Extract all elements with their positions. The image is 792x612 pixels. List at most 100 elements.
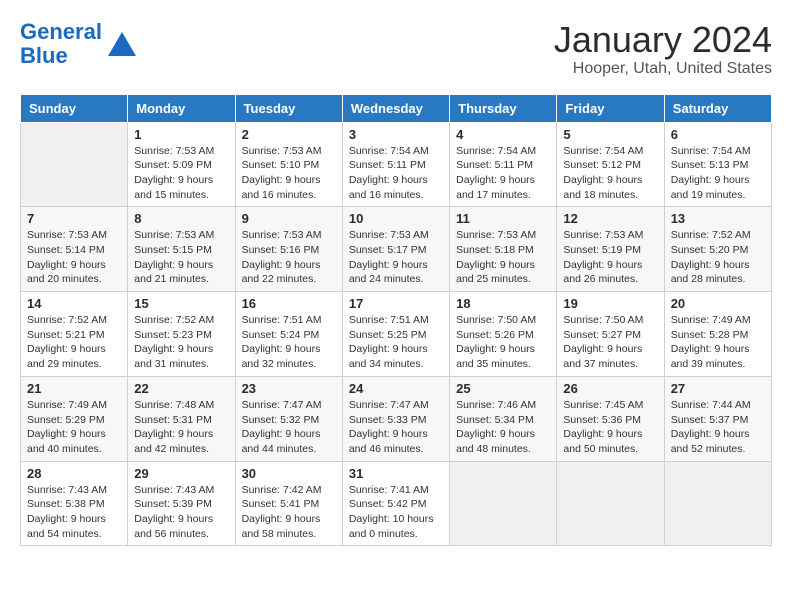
calendar-cell: 25 Sunrise: 7:46 AMSunset: 5:34 PMDayligh… bbox=[450, 376, 557, 461]
day-info: Sunrise: 7:43 AMSunset: 5:39 PMDaylight:… bbox=[134, 483, 228, 542]
calendar-cell: 31 Sunrise: 7:41 AMSunset: 5:42 PMDayligh… bbox=[342, 461, 449, 546]
calendar-cell: 23Sunrise: 7:47 AMSunset: 5:32 PMDayligh… bbox=[235, 376, 342, 461]
header-cell-tuesday: Tuesday bbox=[235, 94, 342, 122]
header-cell-friday: Friday bbox=[557, 94, 664, 122]
month-title: January 2024 bbox=[554, 20, 772, 60]
day-number: 31 bbox=[349, 466, 443, 481]
calendar-cell: 29 Sunrise: 7:43 AMSunset: 5:39 PMDayligh… bbox=[128, 461, 235, 546]
calendar-cell: 15Sunrise: 7:52 AMSunset: 5:23 PMDayligh… bbox=[128, 292, 235, 377]
calendar-cell: 6 Sunrise: 7:54 AMSunset: 5:13 PMDaylight… bbox=[664, 122, 771, 207]
day-info: Sunrise: 7:51 AMSunset: 5:25 PMDaylight:… bbox=[349, 313, 443, 372]
day-info: Sunrise: 7:51 AMSunset: 5:24 PMDaylight:… bbox=[242, 313, 336, 372]
calendar-cell: 7 Sunrise: 7:53 AMSunset: 5:14 PMDaylight… bbox=[21, 207, 128, 292]
calendar-cell: 13 Sunrise: 7:52 AMSunset: 5:20 PMDayligh… bbox=[664, 207, 771, 292]
location-subtitle: Hooper, Utah, United States bbox=[554, 60, 772, 78]
day-number: 21 bbox=[27, 381, 121, 396]
day-number: 14 bbox=[27, 296, 121, 311]
calendar-cell bbox=[450, 461, 557, 546]
calendar-cell: 28 Sunrise: 7:43 AMSunset: 5:38 PMDayligh… bbox=[21, 461, 128, 546]
day-info: Sunrise: 7:53 AMSunset: 5:18 PMDaylight:… bbox=[456, 228, 550, 287]
calendar-header: SundayMondayTuesdayWednesdayThursdayFrid… bbox=[21, 94, 772, 122]
day-number: 5 bbox=[563, 127, 657, 142]
day-number: 12 bbox=[563, 211, 657, 226]
day-info: Sunrise: 7:54 AMSunset: 5:12 PMDaylight:… bbox=[563, 144, 657, 203]
day-info: Sunrise: 7:53 AMSunset: 5:09 PMDaylight:… bbox=[134, 144, 228, 203]
day-info: Sunrise: 7:53 AMSunset: 5:14 PMDaylight:… bbox=[27, 228, 121, 287]
day-info: Sunrise: 7:41 AMSunset: 5:42 PMDaylight:… bbox=[349, 483, 443, 542]
calendar-cell: 27Sunrise: 7:44 AMSunset: 5:37 PMDayligh… bbox=[664, 376, 771, 461]
day-number: 16 bbox=[242, 296, 336, 311]
day-number: 17 bbox=[349, 296, 443, 311]
calendar-cell bbox=[21, 122, 128, 207]
day-info: Sunrise: 7:42 AMSunset: 5:41 PMDaylight:… bbox=[242, 483, 336, 542]
day-info: Sunrise: 7:49 AMSunset: 5:28 PMDaylight:… bbox=[671, 313, 765, 372]
day-number: 15 bbox=[134, 296, 228, 311]
day-number: 10 bbox=[349, 211, 443, 226]
header-row: SundayMondayTuesdayWednesdayThursdayFrid… bbox=[21, 94, 772, 122]
day-number: 28 bbox=[27, 466, 121, 481]
calendar-cell: 26 Sunrise: 7:45 AMSunset: 5:36 PMDayligh… bbox=[557, 376, 664, 461]
day-number: 19 bbox=[563, 296, 657, 311]
day-number: 7 bbox=[27, 211, 121, 226]
calendar-week-3: 21 Sunrise: 7:49 AMSunset: 5:29 PMDayligh… bbox=[21, 376, 772, 461]
calendar-cell bbox=[664, 461, 771, 546]
title-block: January 2024 Hooper, Utah, United States bbox=[554, 20, 772, 78]
day-number: 9 bbox=[242, 211, 336, 226]
day-info: Sunrise: 7:46 AMSunset: 5:34 PMDaylight:… bbox=[456, 398, 550, 457]
day-number: 20 bbox=[671, 296, 765, 311]
header-cell-saturday: Saturday bbox=[664, 94, 771, 122]
day-info: Sunrise: 7:43 AMSunset: 5:38 PMDaylight:… bbox=[27, 483, 121, 542]
calendar-cell: 20 Sunrise: 7:49 AMSunset: 5:28 PMDayligh… bbox=[664, 292, 771, 377]
day-number: 3 bbox=[349, 127, 443, 142]
day-info: Sunrise: 7:50 AMSunset: 5:26 PMDaylight:… bbox=[456, 313, 550, 372]
calendar-cell: 5 Sunrise: 7:54 AMSunset: 5:12 PMDaylight… bbox=[557, 122, 664, 207]
day-info: Sunrise: 7:45 AMSunset: 5:36 PMDaylight:… bbox=[563, 398, 657, 457]
calendar-cell: 18 Sunrise: 7:50 AMSunset: 5:26 PMDayligh… bbox=[450, 292, 557, 377]
calendar-cell: 19 Sunrise: 7:50 AMSunset: 5:27 PMDayligh… bbox=[557, 292, 664, 377]
day-number: 25 bbox=[456, 381, 550, 396]
calendar-cell: 4Sunrise: 7:54 AMSunset: 5:11 PMDaylight… bbox=[450, 122, 557, 207]
day-info: Sunrise: 7:52 AMSunset: 5:21 PMDaylight:… bbox=[27, 313, 121, 372]
day-number: 18 bbox=[456, 296, 550, 311]
day-info: Sunrise: 7:47 AMSunset: 5:32 PMDaylight:… bbox=[242, 398, 336, 457]
header-cell-sunday: Sunday bbox=[21, 94, 128, 122]
calendar-cell: 16 Sunrise: 7:51 AMSunset: 5:24 PMDayligh… bbox=[235, 292, 342, 377]
calendar-cell: 2Sunrise: 7:53 AMSunset: 5:10 PMDaylight… bbox=[235, 122, 342, 207]
day-number: 24 bbox=[349, 381, 443, 396]
calendar-cell: 10 Sunrise: 7:53 AMSunset: 5:17 PMDayligh… bbox=[342, 207, 449, 292]
day-number: 4 bbox=[456, 127, 550, 142]
calendar-cell: 12 Sunrise: 7:53 AMSunset: 5:19 PMDayligh… bbox=[557, 207, 664, 292]
day-info: Sunrise: 7:53 AMSunset: 5:10 PMDaylight:… bbox=[242, 144, 336, 203]
day-info: Sunrise: 7:47 AMSunset: 5:33 PMDaylight:… bbox=[349, 398, 443, 457]
day-number: 11 bbox=[456, 211, 550, 226]
calendar-cell: 14 Sunrise: 7:52 AMSunset: 5:21 PMDayligh… bbox=[21, 292, 128, 377]
day-number: 26 bbox=[563, 381, 657, 396]
calendar-table: SundayMondayTuesdayWednesdayThursdayFrid… bbox=[20, 94, 772, 547]
calendar-cell: 22Sunrise: 7:48 AMSunset: 5:31 PMDayligh… bbox=[128, 376, 235, 461]
day-info: Sunrise: 7:54 AMSunset: 5:11 PMDaylight:… bbox=[349, 144, 443, 203]
calendar-cell: 3 Sunrise: 7:54 AMSunset: 5:11 PMDaylight… bbox=[342, 122, 449, 207]
day-number: 13 bbox=[671, 211, 765, 226]
day-number: 29 bbox=[134, 466, 228, 481]
calendar-cell bbox=[557, 461, 664, 546]
day-info: Sunrise: 7:53 AMSunset: 5:19 PMDaylight:… bbox=[563, 228, 657, 287]
day-number: 27 bbox=[671, 381, 765, 396]
day-number: 1 bbox=[134, 127, 228, 142]
day-info: Sunrise: 7:50 AMSunset: 5:27 PMDaylight:… bbox=[563, 313, 657, 372]
calendar-cell: 8Sunrise: 7:53 AMSunset: 5:15 PMDaylight… bbox=[128, 207, 235, 292]
day-number: 22 bbox=[134, 381, 228, 396]
day-info: Sunrise: 7:52 AMSunset: 5:20 PMDaylight:… bbox=[671, 228, 765, 287]
calendar-cell: 30Sunrise: 7:42 AMSunset: 5:41 PMDayligh… bbox=[235, 461, 342, 546]
calendar-week-1: 7 Sunrise: 7:53 AMSunset: 5:14 PMDaylight… bbox=[21, 207, 772, 292]
day-number: 6 bbox=[671, 127, 765, 142]
calendar-cell: 17 Sunrise: 7:51 AMSunset: 5:25 PMDayligh… bbox=[342, 292, 449, 377]
header-cell-wednesday: Wednesday bbox=[342, 94, 449, 122]
day-info: Sunrise: 7:53 AMSunset: 5:16 PMDaylight:… bbox=[242, 228, 336, 287]
day-info: Sunrise: 7:53 AMSunset: 5:17 PMDaylight:… bbox=[349, 228, 443, 287]
day-info: Sunrise: 7:49 AMSunset: 5:29 PMDaylight:… bbox=[27, 398, 121, 457]
day-info: Sunrise: 7:54 AMSunset: 5:13 PMDaylight:… bbox=[671, 144, 765, 203]
calendar-cell: 1 Sunrise: 7:53 AMSunset: 5:09 PMDaylight… bbox=[128, 122, 235, 207]
calendar-cell: 21 Sunrise: 7:49 AMSunset: 5:29 PMDayligh… bbox=[21, 376, 128, 461]
page-header: General Blue January 2024 Hooper, Utah, … bbox=[20, 20, 772, 78]
calendar-body: 1 Sunrise: 7:53 AMSunset: 5:09 PMDaylight… bbox=[21, 122, 772, 546]
